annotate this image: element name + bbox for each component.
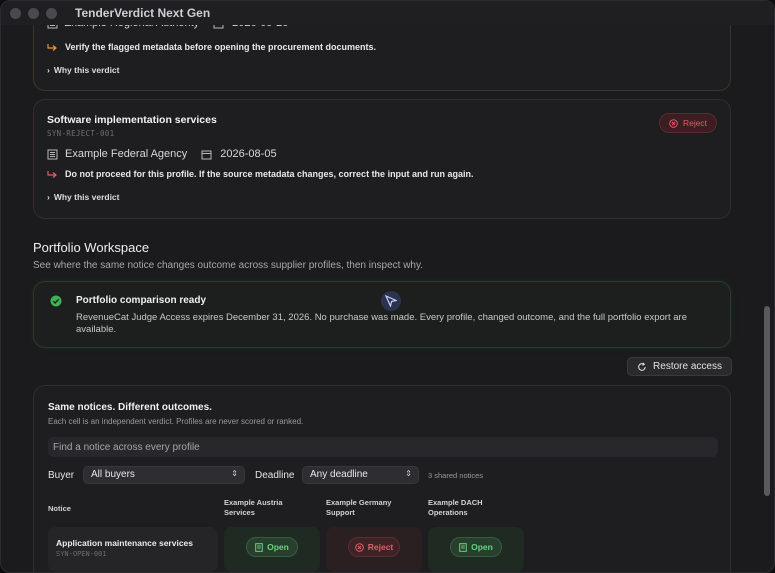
status-notice: Portfolio comparison ready RevenueCat Ju… [33, 281, 731, 348]
deadline-value: Any deadline [310, 469, 368, 480]
buyer-label: Buyer [48, 470, 75, 481]
window-controls [10, 7, 57, 19]
building-icon [47, 149, 58, 159]
section-title: Portfolio Workspace [33, 240, 150, 255]
verdict-card-reject: Software implementation services SYN-REJ… [33, 99, 731, 219]
why-verdict-toggle[interactable]: › Why this verdict [47, 65, 120, 75]
minimize-window-button[interactable] [28, 7, 39, 19]
notice-code: SYN-REJECT-001 [47, 129, 115, 138]
outcome-label: Reject [367, 542, 394, 552]
outcome-cell[interactable]: Open [428, 527, 524, 572]
x-circle-icon [354, 542, 364, 552]
why-verdict-toggle[interactable]: › Why this verdict [47, 192, 120, 202]
return-arrow-icon [47, 170, 57, 178]
outcome-cell[interactable]: Open [224, 527, 320, 572]
outcome-label: Open [471, 542, 493, 552]
column-header-notice: Notice [48, 504, 71, 513]
notice-row-cell[interactable]: Application maintenance services SYN-OPE… [48, 527, 218, 572]
check-badge-icon [50, 295, 62, 307]
reject-badge: Reject [659, 113, 717, 133]
reject-badge: Reject [348, 537, 400, 557]
notice-search-input[interactable]: Find a notice across every profile [48, 437, 718, 457]
document-icon [255, 542, 263, 552]
title-bar: TenderVerdict Next Gen [1, 1, 774, 25]
chevron-right-icon: › [47, 192, 50, 202]
column-header-profile: Example Austria Services [224, 498, 283, 517]
chevron-right-icon: › [47, 65, 50, 75]
warning-text: Verify the flagged metadata before openi… [65, 42, 377, 52]
open-badge: Open [246, 537, 298, 557]
cursor-icon [385, 295, 397, 307]
matrix-subtitle: Each cell is an independent verdict. Pro… [48, 417, 304, 426]
deadline-select[interactable]: Any deadline ⇕ [302, 466, 419, 484]
main-content: Example Regional Authority 2026-09-20 Ve… [1, 1, 761, 572]
chevron-updown-icon: ⇕ [231, 469, 238, 478]
app-title: TenderVerdict Next Gen [75, 6, 211, 20]
warning-text: Do not proceed for this profile. If the … [65, 169, 474, 179]
chevron-updown-icon: ⇕ [405, 469, 412, 478]
card-meta: Example Federal Agency 2026-08-05 [47, 148, 277, 160]
deadline-date: 2026-08-05 [220, 148, 277, 160]
calendar-icon [201, 150, 212, 159]
warning-row: Do not proceed for this profile. If the … [47, 169, 474, 179]
document-icon [459, 542, 467, 552]
matrix-title: Same notices. Different outcomes. [48, 402, 212, 413]
return-arrow-icon [47, 43, 57, 51]
restore-access-label: Restore access [653, 361, 722, 372]
deadline-label: Deadline [255, 470, 295, 481]
buyer-value: All buyers [91, 469, 135, 480]
why-verdict-label: Why this verdict [53, 65, 120, 75]
column-header-profile: Example DACH Operations [428, 498, 483, 517]
refresh-icon [638, 361, 646, 371]
comparison-matrix: Same notices. Different outcomes. Each c… [33, 385, 731, 572]
shared-count: 3 shared notices [428, 471, 484, 480]
reject-label: Reject [682, 118, 708, 128]
outcome-cell[interactable]: Reject [326, 527, 422, 572]
app-window: Example Regional Authority 2026-09-20 Ve… [0, 0, 775, 573]
pointer-highlight [381, 291, 401, 311]
close-window-button[interactable] [10, 7, 21, 19]
section-subtitle: See where the same notice changes outcom… [33, 260, 424, 271]
notice-title: Software implementation services [47, 114, 217, 126]
vertical-scrollbar[interactable] [764, 306, 770, 496]
open-badge: Open [450, 537, 502, 557]
row-notice-code: SYN-OPEN-001 [56, 550, 107, 558]
outcome-label: Open [267, 542, 289, 552]
column-header-profile: Example Germany Support [326, 498, 392, 517]
authority-name: Example Federal Agency [65, 148, 188, 160]
zoom-window-button[interactable] [46, 7, 57, 19]
row-notice-title: Application maintenance services [56, 538, 193, 548]
warning-row: Verify the flagged metadata before openi… [47, 42, 376, 52]
why-verdict-label: Why this verdict [53, 192, 120, 202]
x-circle-icon [669, 118, 678, 128]
notice-body: RevenueCat Judge Access expires December… [76, 312, 687, 335]
notice-title: Portfolio comparison ready [76, 295, 207, 306]
buyer-select[interactable]: All buyers ⇕ [83, 466, 245, 484]
restore-access-button[interactable]: Restore access [627, 357, 732, 376]
